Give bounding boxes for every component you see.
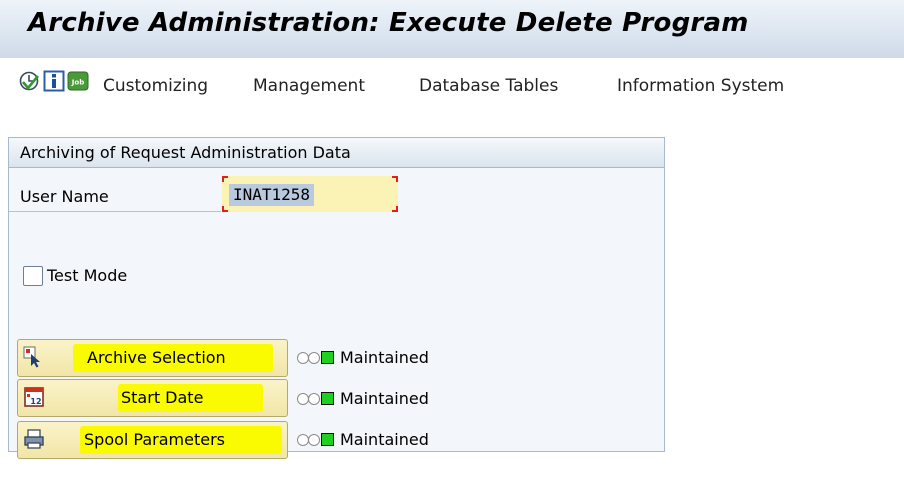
job-icon[interactable]: Job [67,70,89,92]
svg-text:12: 12 [30,397,41,406]
status-lamp-off [308,393,320,405]
spool-parameters-button[interactable]: Spool Parameters [17,421,288,459]
focus-corner [392,176,398,182]
label-divider [9,211,221,212]
group-title: Archiving of Request Administration Data [20,143,351,162]
svg-text:Job: Job [71,79,84,87]
menu-customizing[interactable]: Customizing [103,76,208,96]
title-bar: Archive Administration: Execute Delete P… [0,0,904,58]
status-text: Maintained [340,389,429,408]
user-name-value[interactable]: INAT1258 [229,184,315,206]
test-mode-checkbox[interactable] [23,266,43,286]
test-mode-label: Test Mode [47,266,128,285]
status-lamp-off [308,434,320,446]
status-text: Maintained [340,430,429,449]
menu-database-tables[interactable]: Database Tables [419,76,558,96]
application-toolbar: Job Customizing Management Database Tabl… [0,58,904,116]
status-lamp-off [308,352,320,364]
start-date-button[interactable]: 12 Start Date [17,379,288,417]
status-lamp-green [321,392,334,405]
execute-clock-icon[interactable] [18,70,40,92]
spool-parameters-label: Spool Parameters [84,430,225,449]
status-lamp-green [321,433,334,446]
archive-selection-label: Archive Selection [87,348,226,367]
printer-icon [24,429,44,449]
start-date-label: Start Date [121,388,204,407]
archiving-group-box: Archiving of Request Administration Data… [8,137,665,459]
focus-corner [392,206,398,212]
selection-icon [23,346,40,368]
page-title: Archive Administration: Execute Delete P… [28,8,749,38]
user-name-label: User Name [20,187,109,206]
status-text: Maintained [340,348,429,367]
focus-corner [222,176,228,182]
status-lamp-green [321,351,334,364]
group-header: Archiving of Request Administration Data [9,138,664,168]
menu-management[interactable]: Management [253,76,365,96]
focus-corner [222,206,228,212]
menu-information-system[interactable]: Information System [617,76,784,96]
archive-selection-button[interactable]: Archive Selection [17,339,288,377]
info-icon[interactable] [43,70,65,92]
calendar-icon: 12 [24,387,44,407]
